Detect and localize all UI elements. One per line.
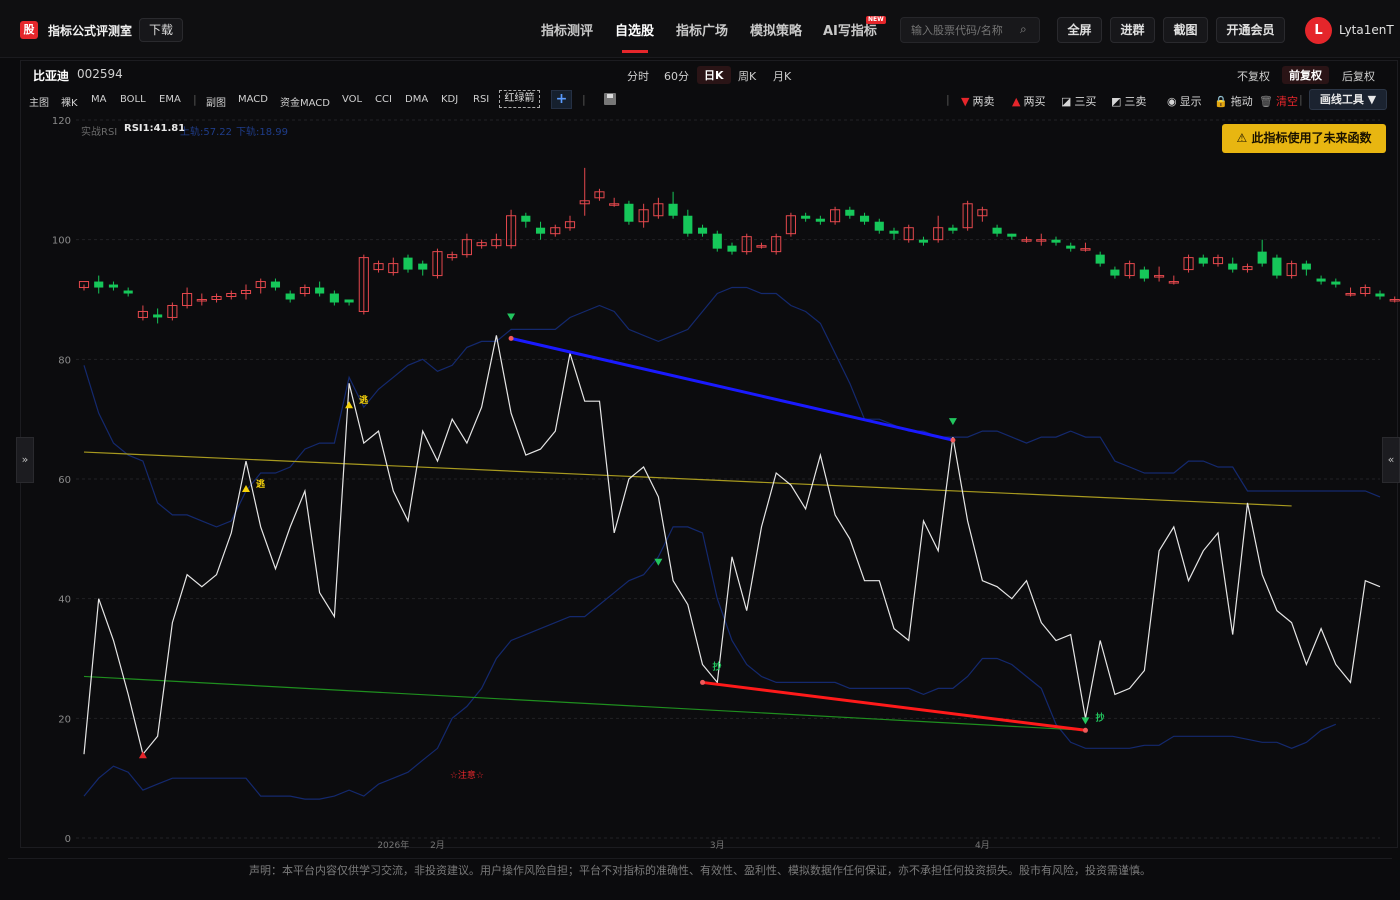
candle-body: [668, 203, 678, 216]
signal-label: 逃: [359, 394, 369, 406]
signal-up-arrow: [345, 401, 354, 409]
candle-body: [153, 314, 163, 318]
candle-body: [344, 299, 354, 303]
candle-body: [1228, 263, 1238, 270]
signal-down-arrow: [507, 313, 516, 321]
candle-body: [815, 218, 825, 222]
candle-body: [418, 263, 428, 270]
y-tick-label: 100: [52, 236, 71, 247]
y-tick-label: 120: [52, 116, 71, 127]
candle-body: [108, 284, 119, 288]
footer-divider: [8, 858, 1392, 859]
candle-body: [1198, 257, 1208, 264]
signal-up-arrow: [138, 751, 147, 759]
candle-body: [329, 293, 339, 303]
signal-label: 逃: [256, 478, 266, 490]
candle-body: [270, 281, 281, 288]
y-tick-label: 40: [58, 595, 71, 606]
y-tick-label: 60: [58, 475, 71, 486]
y-tick-label: 80: [58, 355, 71, 366]
signal-down-arrow: [948, 418, 957, 426]
x-tick-label: 4月: [975, 840, 990, 851]
x-tick-label: 2026年: [377, 839, 409, 851]
divergence-endpoint: [700, 679, 706, 685]
candle-body: [1051, 239, 1061, 243]
candle-body: [683, 215, 693, 234]
candle-body: [1257, 251, 1267, 264]
candle-body: [727, 245, 737, 252]
candle-body: [1272, 257, 1282, 276]
candle-body: [918, 239, 929, 243]
candle-body: [712, 233, 722, 249]
kline-rsi-chart[interactable]: 0204060801001202026年 2月 3月 4月逃逃抄抄☆注意☆: [0, 0, 1400, 900]
signal-down-arrow: [1081, 717, 1090, 725]
candle-body: [845, 209, 855, 216]
red-divergence-line: [702, 680, 1086, 732]
divergence-endpoint: [1082, 727, 1088, 733]
candle-body: [535, 227, 546, 234]
rsi-lower-band: [83, 526, 1337, 800]
candle-body: [624, 203, 634, 222]
rsi-upper-band: [83, 286, 1381, 528]
candle-body: [1375, 293, 1385, 297]
candle-body: [1007, 233, 1017, 237]
candle-body: [1316, 278, 1326, 282]
candle-body: [1110, 269, 1120, 276]
footer-disclaimer: 声明：本平台内容仅供学习交流，非投资建议。用户操作风险自担；平台不对指标的准确性…: [249, 864, 1151, 877]
rsi-line: [83, 335, 1381, 756]
candle-body: [521, 215, 531, 222]
candle-body: [697, 227, 708, 234]
divergence-endpoint: [950, 437, 956, 443]
y-tick-label: 0: [65, 834, 71, 845]
candle-body: [992, 227, 1002, 234]
x-tick-label: 2月: [430, 840, 445, 851]
blue-divergence-line: [510, 336, 954, 442]
note-label: ☆注意☆: [450, 769, 484, 781]
candle-body: [801, 215, 811, 219]
signal-down-arrow: [654, 558, 663, 566]
x-tick-label: 3月: [710, 840, 725, 851]
candle-body: [315, 287, 325, 294]
candle-body: [403, 257, 413, 270]
candle-body: [948, 227, 958, 231]
candle-body: [123, 290, 133, 294]
candle-body: [94, 281, 104, 288]
candle-body: [1301, 263, 1311, 270]
candle-body: [1095, 254, 1105, 264]
candle-body: [1066, 245, 1076, 249]
signal-label: 抄: [713, 660, 722, 672]
signal-label: 抄: [1095, 711, 1104, 723]
candle-body: [859, 215, 870, 222]
divergence-endpoint: [508, 335, 514, 341]
candle-body: [285, 293, 295, 300]
candle-body: [1331, 281, 1341, 285]
candle-body: [1139, 269, 1149, 279]
candle-body: [874, 221, 884, 231]
green-trend-line: [83, 675, 1086, 731]
candle-body: [889, 230, 899, 234]
y-tick-label: 20: [58, 714, 71, 725]
